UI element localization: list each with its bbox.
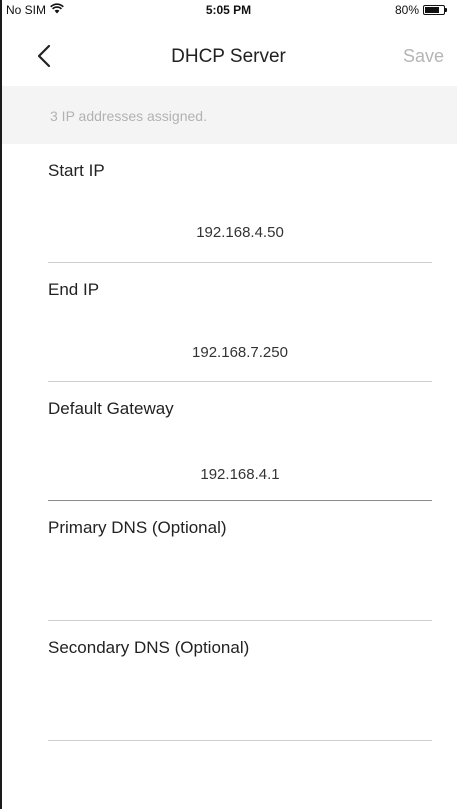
default-gateway-underline <box>48 500 432 501</box>
assigned-count-text: 3 IP addresses assigned. <box>50 108 207 124</box>
primary-dns-label: Primary DNS (Optional) <box>48 518 227 537</box>
page-title: DHCP Server <box>171 46 286 67</box>
secondary-dns-input[interactable] <box>48 694 432 728</box>
end-ip-label: End IP <box>48 280 100 299</box>
default-gateway-label: Default Gateway <box>48 399 174 418</box>
start-ip-input[interactable] <box>48 215 432 249</box>
default-gateway-input[interactable] <box>48 457 432 491</box>
end-ip-input[interactable] <box>48 335 432 369</box>
status-time: 5:05 PM <box>205 3 252 17</box>
start-ip-label: Start IP <box>48 161 105 180</box>
status-bar: No SIM 5:05 PM 80% <box>0 0 457 24</box>
save-button[interactable]: Save <box>403 46 444 67</box>
nav-bar: DHCP Server Save <box>0 24 457 86</box>
primary-dns-underline <box>48 620 432 621</box>
battery-fill <box>425 7 439 13</box>
primary-dns-input[interactable] <box>48 574 432 608</box>
secondary-dns-label: Secondary DNS (Optional) <box>48 638 250 657</box>
start-ip-underline <box>48 262 432 263</box>
battery-icon <box>423 5 447 15</box>
battery-nub <box>445 8 447 12</box>
end-ip-underline <box>48 381 432 382</box>
battery-percent: 80% <box>394 3 419 17</box>
secondary-dns-underline <box>48 740 432 741</box>
status-right: 80% <box>394 3 447 17</box>
info-banner: 3 IP addresses assigned. <box>2 86 457 144</box>
